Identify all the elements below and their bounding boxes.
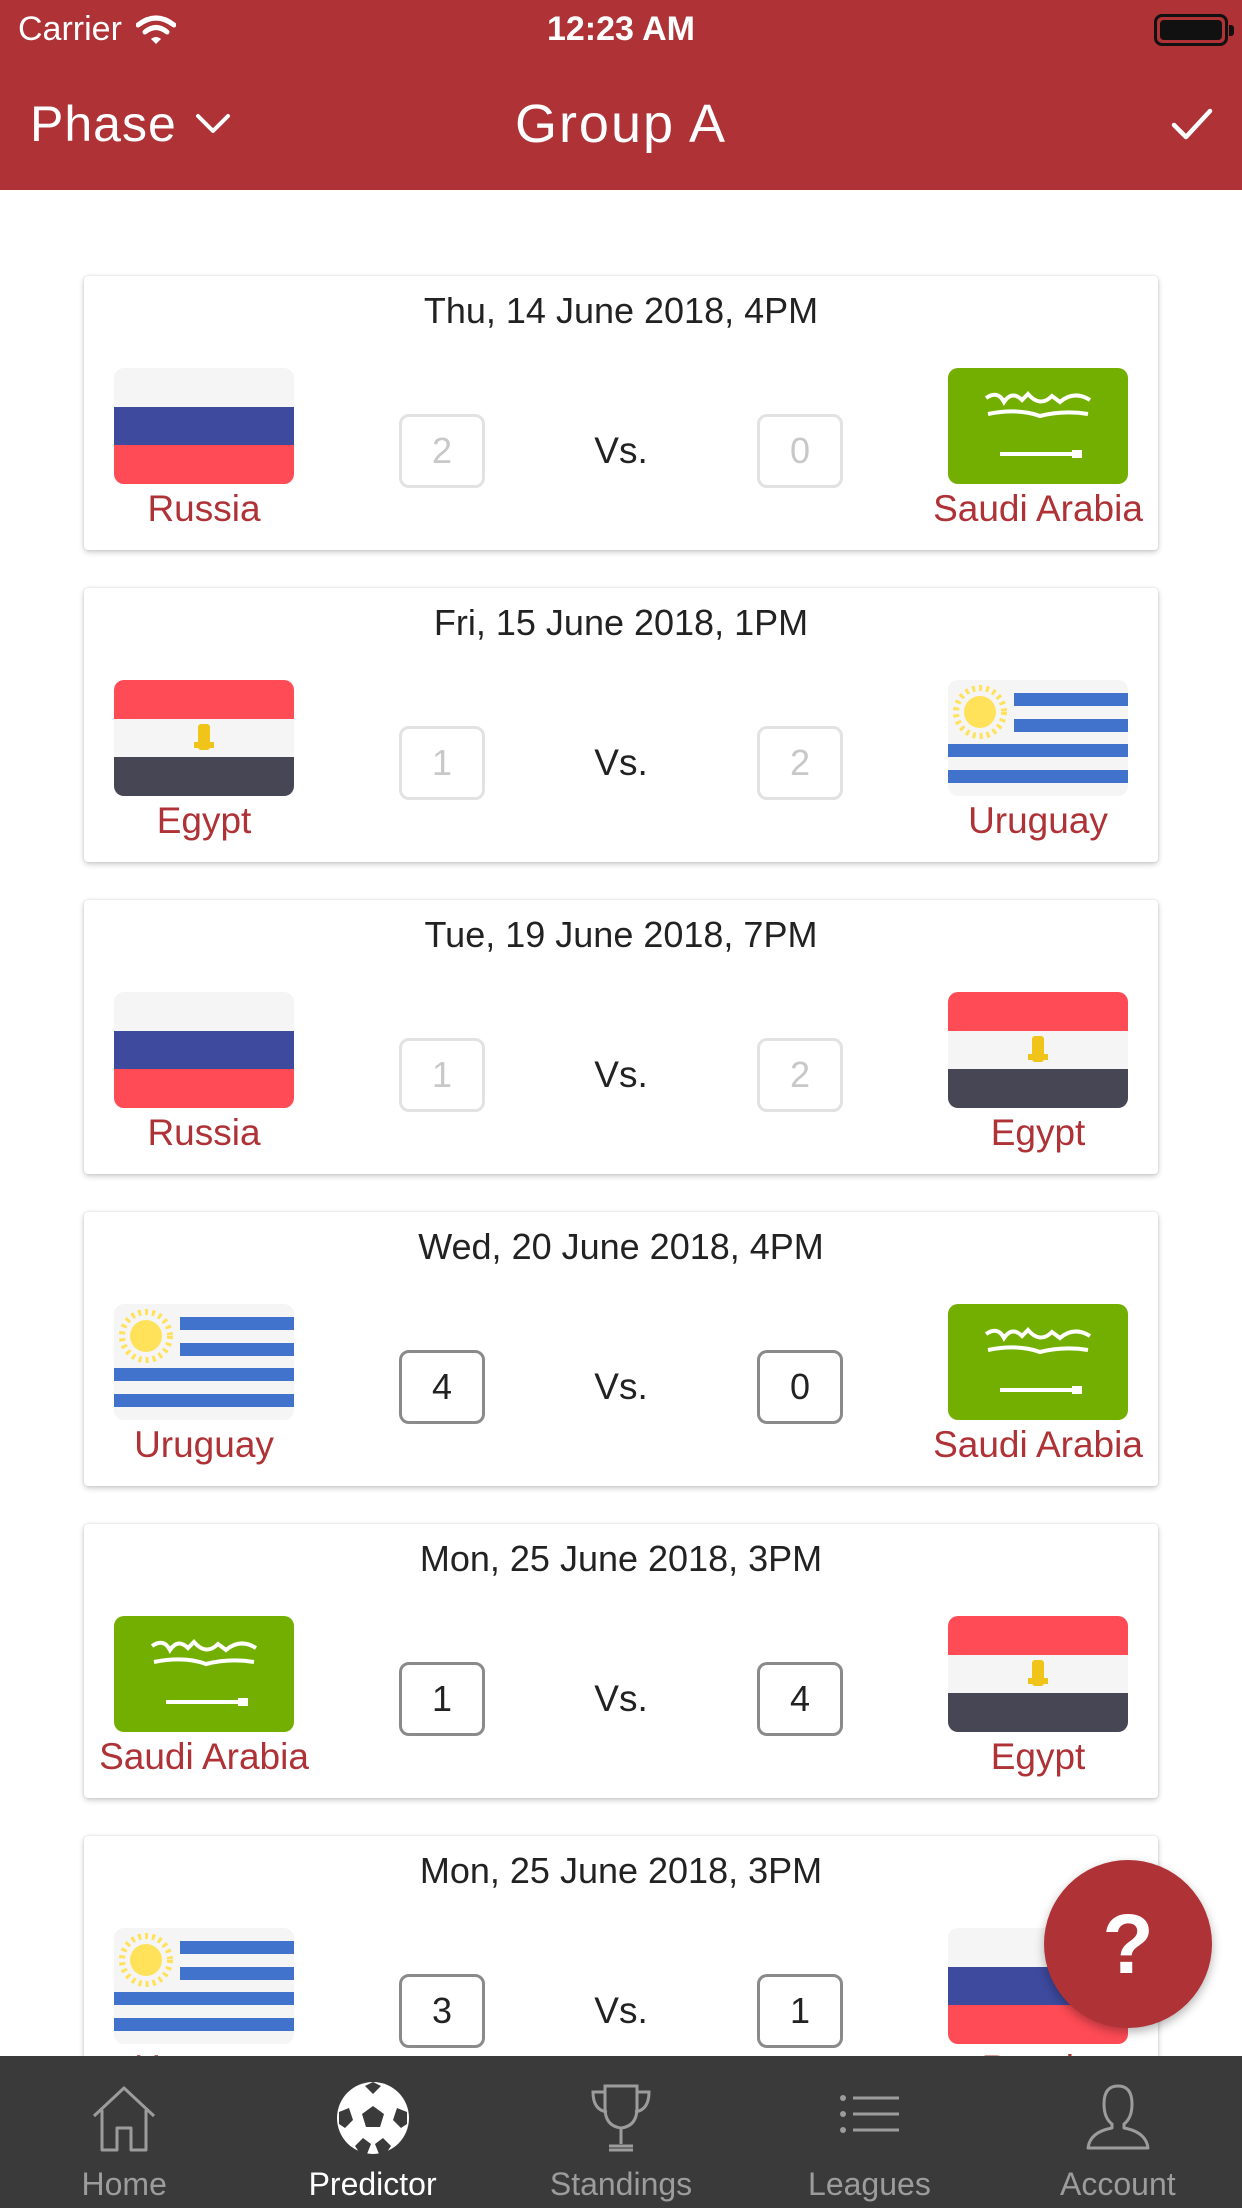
- home-team-name: Saudi Arabia: [99, 1736, 309, 1777]
- help-icon: ?: [1102, 1896, 1154, 1991]
- tab-account[interactable]: Account: [994, 2056, 1242, 2208]
- away-team: Uruguay: [918, 680, 1158, 842]
- tab-predictor[interactable]: Predictor: [248, 2056, 496, 2208]
- home-team-name: Uruguay: [134, 1424, 274, 1465]
- match-card: Tue, 19 June 2018, 7PM Russia 1 Vs. 2 Egypt: [84, 900, 1158, 1174]
- match-date: Mon, 25 June 2018, 3PM: [419, 1538, 823, 1579]
- tab-label-leagues: Leagues: [808, 2166, 931, 2202]
- check-icon[interactable]: [1168, 100, 1216, 148]
- away-team: Saudi Arabia: [918, 1304, 1158, 1466]
- away-flag: [918, 992, 1158, 1108]
- away-team: Egypt: [918, 992, 1158, 1154]
- tab-bar: Home Predictor Standings Leagues Account: [0, 2056, 1242, 2208]
- tab-label-account: Account: [1060, 2166, 1176, 2202]
- tab-home[interactable]: Home: [0, 2056, 248, 2208]
- soccer-ball-icon: [336, 2082, 409, 2154]
- match-list[interactable]: Thu, 14 June 2018, 4PM Russia 2 Vs. 0 Saudi A…: [0, 190, 1242, 2056]
- help-button[interactable]: ?: [1044, 1860, 1212, 2028]
- match-date: Tue, 19 June 2018, 7PM: [424, 914, 818, 955]
- away-score-input: 0: [757, 414, 843, 488]
- away-score-input: 2: [757, 1038, 843, 1112]
- away-flag: [918, 1616, 1158, 1732]
- home-team-name: Egypt: [156, 800, 252, 841]
- away-team: Saudi Arabia: [918, 368, 1158, 530]
- away-team-name: Russia: [918, 2048, 1158, 2056]
- away-team-name: Egypt: [990, 1112, 1086, 1153]
- trophy-icon: [591, 2084, 651, 2152]
- tab-leagues[interactable]: Leagues: [745, 2056, 993, 2208]
- away-flag: [918, 680, 1158, 796]
- app-header: Carrier 12:23 AM Phase Group A: [0, 0, 1242, 190]
- match-card: Mon, 25 June 2018, 3PMUruguay3Vs.1Russia: [84, 1836, 1158, 2056]
- home-team-name: Russia: [147, 488, 261, 529]
- match-card: Mon, 25 June 2018, 3PM Saudi Arabia 1 Vs. 4 E…: [84, 1524, 1158, 1798]
- match-date: Fri, 15 June 2018, 1PM: [433, 602, 809, 643]
- away-team-name: Uruguay: [968, 800, 1108, 841]
- home-team-name: Uruguay: [84, 2048, 324, 2056]
- status-time: 12:23 AM: [546, 10, 696, 48]
- away-team: Egypt: [918, 1616, 1158, 1778]
- battery-icon: [1154, 14, 1234, 46]
- match-date: Thu, 14 June 2018, 4PM: [423, 290, 819, 331]
- match-card: Fri, 15 June 2018, 1PM Egypt 1 Vs. 2 Uruguay: [84, 588, 1158, 862]
- away-score-input[interactable]: 0: [757, 1350, 843, 1424]
- tab-standings[interactable]: Standings: [497, 2056, 745, 2208]
- away-team-name: Saudi Arabia: [933, 488, 1143, 529]
- away-score-input[interactable]: 4: [757, 1662, 843, 1736]
- match-date: Mon, 25 June 2018, 3PM: [419, 1850, 823, 1891]
- tab-label-predictor: Predictor: [308, 2166, 437, 2202]
- away-score-input: 2: [757, 726, 843, 800]
- away-team-name: Egypt: [990, 1736, 1086, 1777]
- match-date: Wed, 20 June 2018, 4PM: [418, 1226, 824, 1267]
- tab-label-standings: Standings: [549, 2166, 693, 2202]
- match-card: Thu, 14 June 2018, 4PM Russia 2 Vs. 0 Saudi A…: [84, 276, 1158, 550]
- tab-label-home: Home: [81, 2166, 167, 2202]
- home-icon: [93, 2086, 156, 2152]
- away-flag: [918, 368, 1158, 484]
- nav-bar: Phase Group A: [0, 62, 1242, 190]
- away-flag: [918, 1304, 1158, 1420]
- away-team-name: Saudi Arabia: [933, 1424, 1143, 1465]
- page-title: Group A: [514, 94, 728, 154]
- match-card: Wed, 20 June 2018, 4PM Uruguay 4 Vs. 0 Saudi …: [84, 1212, 1158, 1486]
- list-icon: [840, 2095, 900, 2133]
- away-score-input[interactable]: 1: [757, 1974, 843, 2048]
- status-bar: Carrier 12:23 AM: [0, 0, 1242, 62]
- user-icon: [1086, 2084, 1150, 2150]
- home-team-name: Russia: [147, 1112, 261, 1153]
